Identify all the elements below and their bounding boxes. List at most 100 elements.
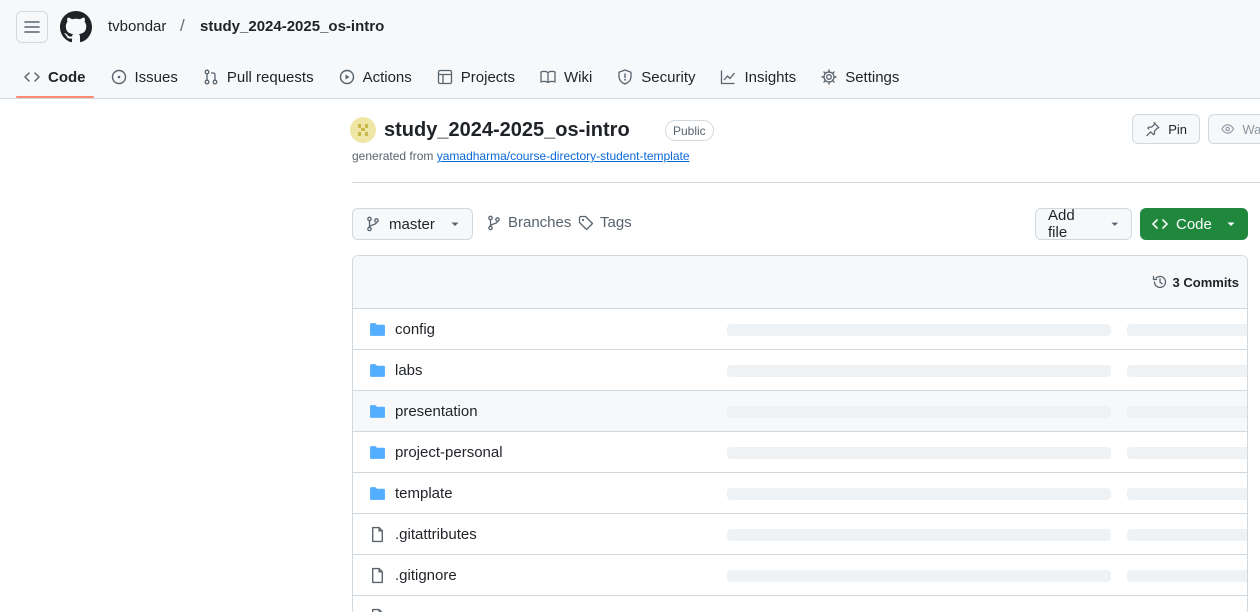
github-logo-icon[interactable] bbox=[60, 11, 92, 43]
graph-icon bbox=[721, 70, 736, 85]
branch-icon bbox=[367, 216, 379, 232]
code-button[interactable]: Code bbox=[1140, 208, 1248, 240]
file-row[interactable]: labs bbox=[353, 350, 1247, 391]
tags-label: Tags bbox=[600, 214, 632, 231]
tab-projects[interactable]: Projects bbox=[429, 57, 523, 97]
tab-label: Security bbox=[641, 68, 696, 86]
commits-link[interactable]: 3 Commits bbox=[1152, 274, 1239, 290]
branch-name: master bbox=[389, 215, 435, 233]
repo-nav-tabs: Code Issues Pull requests Actions Projec… bbox=[16, 56, 916, 98]
play-icon bbox=[339, 69, 354, 85]
commit-date-placeholder bbox=[1127, 488, 1247, 500]
commit-message-placeholder bbox=[727, 488, 1111, 500]
file-row-partial[interactable] bbox=[353, 596, 1247, 612]
menu-button[interactable] bbox=[16, 11, 48, 43]
folder-icon bbox=[370, 487, 385, 500]
file-name[interactable]: config bbox=[395, 321, 435, 338]
branches-label: Branches bbox=[508, 214, 572, 231]
file-name[interactable]: labs bbox=[395, 362, 423, 379]
branch-icon bbox=[488, 215, 500, 230]
tab-label: Projects bbox=[460, 68, 515, 86]
tab-label: Wiki bbox=[563, 68, 593, 86]
history-icon bbox=[1152, 275, 1166, 289]
file-row[interactable]: .gitattributes bbox=[353, 514, 1247, 555]
repo-owner-avatar[interactable] bbox=[350, 117, 376, 143]
eye-icon bbox=[1221, 124, 1235, 134]
caret-down-icon bbox=[451, 222, 459, 226]
book-icon bbox=[540, 70, 556, 84]
tags-link[interactable]: Tags bbox=[578, 214, 632, 231]
code-icon bbox=[24, 72, 40, 82]
branches-link[interactable]: Branches bbox=[486, 214, 571, 231]
tab-security[interactable]: Security bbox=[609, 57, 703, 97]
divider bbox=[352, 182, 1260, 183]
hamburger-icon bbox=[24, 21, 40, 33]
commit-message-placeholder bbox=[727, 447, 1111, 459]
pin-icon bbox=[1146, 122, 1160, 137]
commit-date-placeholder bbox=[1127, 570, 1247, 582]
tab-insights[interactable]: Insights bbox=[712, 57, 804, 97]
branch-selector[interactable]: master bbox=[352, 208, 473, 240]
folder-icon bbox=[370, 405, 385, 418]
commits-label: 3 Commits bbox=[1172, 274, 1239, 290]
shield-icon bbox=[618, 69, 632, 85]
commit-message-placeholder bbox=[727, 570, 1111, 582]
folder-icon bbox=[370, 446, 385, 459]
breadcrumb-separator: / bbox=[180, 16, 185, 35]
file-name[interactable]: project-personal bbox=[395, 444, 503, 461]
commit-date-placeholder bbox=[1127, 324, 1247, 336]
tab-wiki[interactable]: Wiki bbox=[532, 57, 600, 97]
commit-date-placeholder bbox=[1127, 529, 1247, 541]
breadcrumb-owner[interactable]: tvbondar bbox=[108, 18, 166, 35]
tab-issues[interactable]: Issues bbox=[103, 57, 186, 97]
identicon-icon bbox=[358, 124, 368, 136]
file-row[interactable]: .gitignore bbox=[353, 555, 1247, 596]
generated-from: generated from yamadharma/course-directo… bbox=[352, 149, 690, 163]
file-row[interactable]: config bbox=[353, 309, 1247, 350]
folder-icon bbox=[370, 323, 385, 336]
visibility-badge: Public bbox=[665, 120, 714, 141]
commit-date-placeholder bbox=[1127, 365, 1247, 377]
file-name[interactable]: template bbox=[395, 485, 453, 502]
table-icon bbox=[437, 69, 452, 85]
template-link[interactable]: yamadharma/course-directory-student-temp… bbox=[437, 149, 690, 163]
tab-code[interactable]: Code bbox=[16, 57, 94, 98]
commit-message-placeholder bbox=[727, 529, 1111, 541]
commit-message-placeholder bbox=[727, 324, 1111, 336]
repo-title[interactable]: study_2024-2025_os-intro bbox=[384, 119, 630, 142]
pull-request-icon bbox=[204, 69, 218, 85]
latest-commit-bar: 3 Commits bbox=[353, 256, 1247, 309]
tab-label: Code bbox=[48, 68, 86, 86]
tab-label: Settings bbox=[845, 68, 900, 86]
tag-icon bbox=[578, 215, 594, 230]
file-row[interactable]: presentation bbox=[353, 391, 1247, 432]
tab-settings[interactable]: Settings bbox=[813, 57, 907, 97]
global-header: tvbondar / study_2024-2025_os-intro Code… bbox=[0, 0, 1260, 99]
watch-button[interactable]: Wat bbox=[1208, 114, 1260, 144]
generated-from-prefix: generated from bbox=[352, 149, 434, 163]
tab-pull-requests[interactable]: Pull requests bbox=[195, 57, 322, 97]
breadcrumb-repo[interactable]: study_2024-2025_os-intro bbox=[200, 18, 384, 35]
file-icon bbox=[372, 526, 383, 543]
file-name[interactable]: .gitattributes bbox=[395, 526, 477, 543]
file-icon bbox=[372, 608, 383, 612]
commit-date-placeholder bbox=[1127, 406, 1247, 418]
issue-icon bbox=[111, 69, 126, 85]
gear-icon bbox=[821, 69, 837, 85]
pin-label: Pin bbox=[1168, 121, 1187, 137]
file-name[interactable]: presentation bbox=[395, 403, 478, 420]
commit-message-placeholder bbox=[727, 365, 1111, 377]
file-row[interactable]: template bbox=[353, 473, 1247, 514]
tab-label: Issues bbox=[134, 68, 178, 86]
file-name[interactable]: .gitignore bbox=[395, 567, 457, 584]
tab-label: Actions bbox=[362, 68, 412, 86]
commit-message-placeholder bbox=[727, 406, 1111, 418]
add-file-label: Add file bbox=[1048, 207, 1075, 241]
add-file-button[interactable]: Add file bbox=[1035, 207, 1132, 241]
tab-actions[interactable]: Actions bbox=[331, 57, 420, 97]
pin-button[interactable]: Pin bbox=[1132, 114, 1200, 144]
watch-label: Wat bbox=[1242, 121, 1260, 137]
folder-icon bbox=[370, 364, 385, 377]
code-icon bbox=[1152, 219, 1168, 229]
file-row[interactable]: project-personal bbox=[353, 432, 1247, 473]
